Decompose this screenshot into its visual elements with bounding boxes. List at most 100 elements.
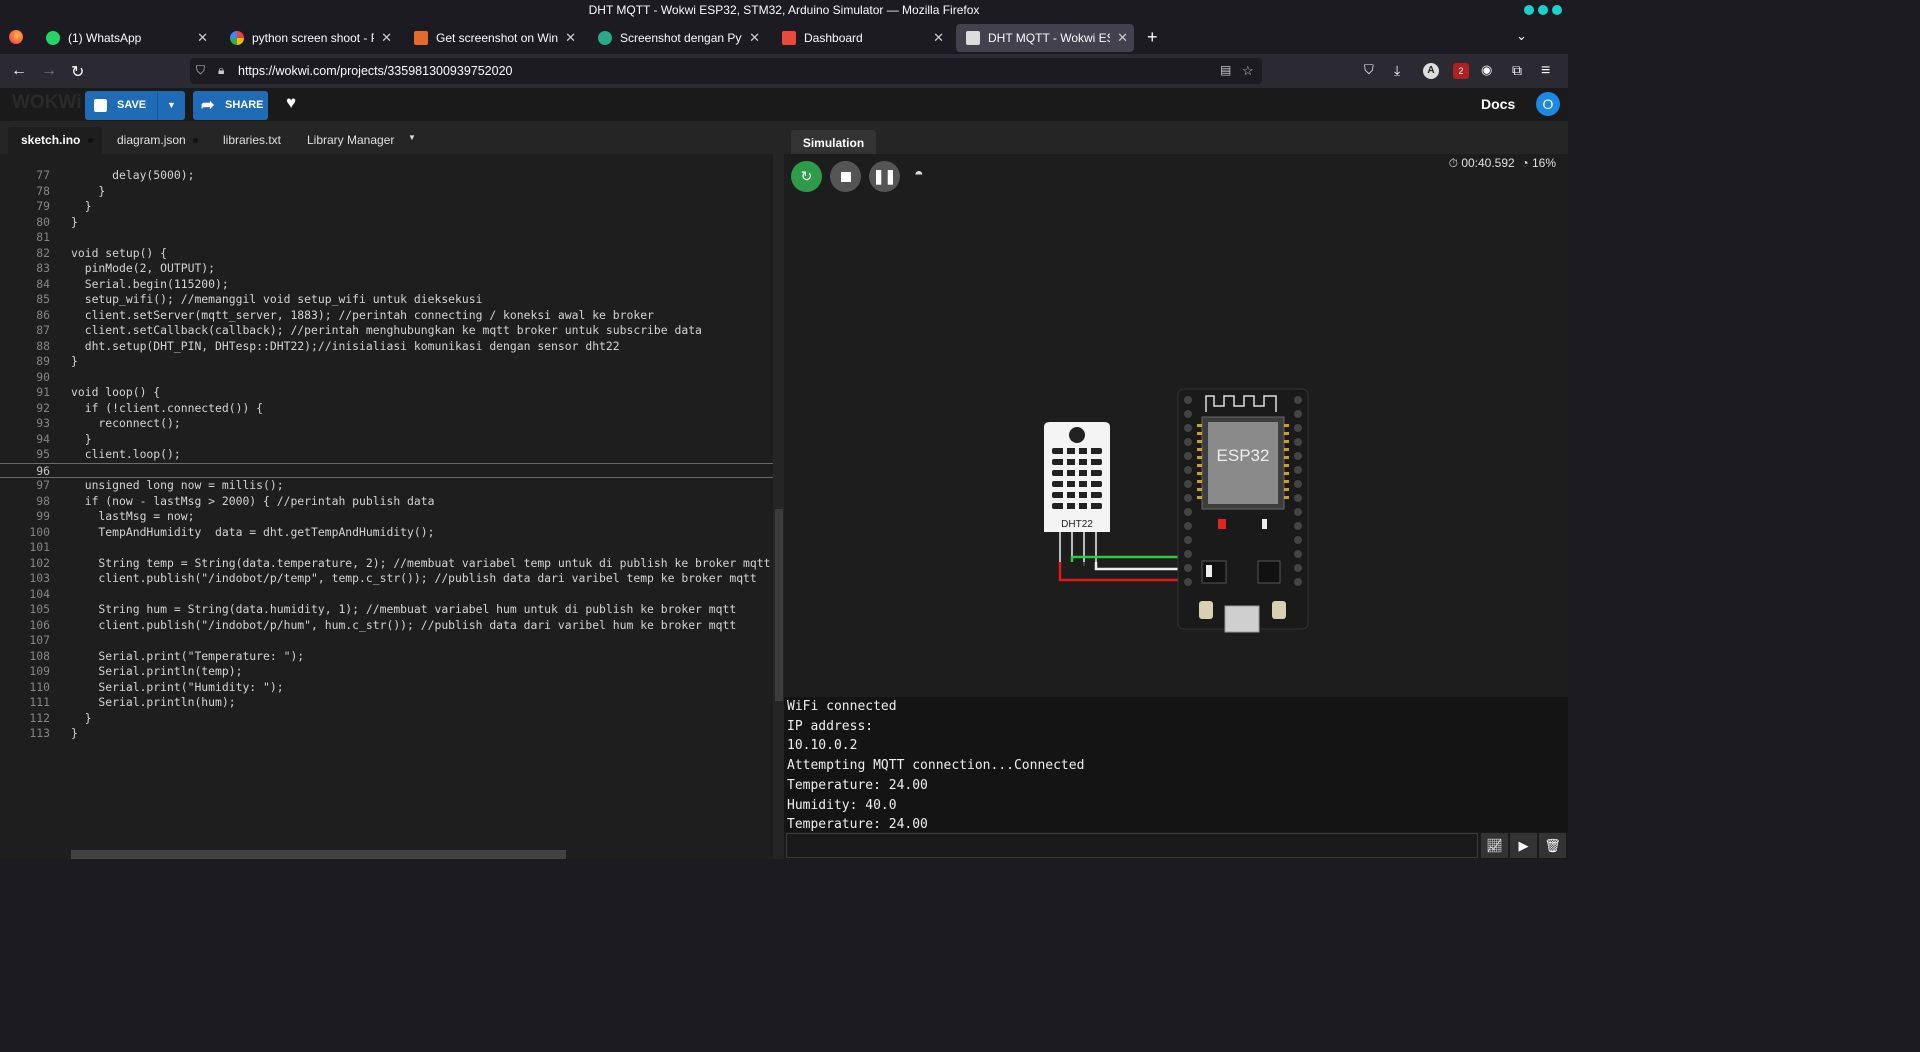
close-window-button[interactable] <box>1552 5 1562 15</box>
docs-link[interactable]: Docs <box>1481 96 1515 112</box>
code-line[interactable]: 92 if (!client.connected()) { <box>0 401 784 417</box>
tab-screenshot-windows[interactable]: Get screenshot on Window ✕ <box>404 24 582 52</box>
code-line[interactable]: 102 String temp = String(data.temperatur… <box>0 556 784 572</box>
code-text[interactable]: void setup() { <box>71 246 167 262</box>
avatar[interactable]: O <box>1536 92 1560 116</box>
extension-badge-icon[interactable]: 2 <box>1453 63 1469 79</box>
code-text[interactable]: lastMsg = now; <box>71 509 194 525</box>
list-tabs-icon[interactable]: ⌄ <box>1516 28 1527 44</box>
code-line[interactable]: 86 client.setServer(mqtt_server, 1883); … <box>0 308 784 324</box>
tabs-dropdown-icon[interactable]: ▼ <box>408 133 416 142</box>
code-text[interactable]: client.setServer(mqtt_server, 1883); //p… <box>71 308 654 324</box>
circuit-diagram[interactable]: DHT22 ESP32 <box>784 154 1568 697</box>
code-text[interactable]: pinMode(2, OUTPUT); <box>71 261 215 277</box>
firefox-menu-icon[interactable] <box>9 30 23 44</box>
code-text[interactable]: } <box>71 711 92 727</box>
code-text[interactable]: } <box>71 354 78 370</box>
code-text[interactable]: Serial.begin(115200); <box>71 277 229 293</box>
mask-extension-icon[interactable]: ◉ <box>1481 62 1492 78</box>
code-line[interactable]: 83 pinMode(2, OUTPUT); <box>0 261 784 277</box>
code-lines[interactable]: 77 delay(5000); 78 } 79 } 80} 81 82 void setup… <box>0 168 784 742</box>
close-icon[interactable]: ✕ <box>1117 24 1128 52</box>
code-text[interactable]: } <box>71 432 92 448</box>
code-line[interactable]: 110 Serial.print("Humidity: "); <box>0 680 784 696</box>
code-text[interactable]: delay(5000); <box>71 168 194 184</box>
pocket-icon[interactable]: ⛉ <box>1364 62 1374 78</box>
url-bar[interactable]: ⛉ 🔒︎ https://wokwi.com/projects/33598130… <box>190 58 1262 84</box>
code-line[interactable]: 97 unsigned long now = millis(); <box>0 478 784 494</box>
code-text[interactable]: client.setCallback(callback); //perintah… <box>71 323 702 339</box>
play-button[interactable]: ▶ <box>1510 833 1537 858</box>
close-icon[interactable]: ✕ <box>381 24 392 52</box>
code-text[interactable]: } <box>71 199 92 215</box>
new-tab-button[interactable]: + <box>1147 27 1158 48</box>
code-text[interactable]: Serial.println(temp); <box>71 664 242 680</box>
reader-mode-icon[interactable]: ▤ <box>1220 63 1231 77</box>
code-text[interactable]: String hum = String(data.humidity, 1); /… <box>71 602 736 618</box>
tab-diagram-json[interactable]: diagram.json <box>117 127 199 154</box>
code-line[interactable]: 89} <box>0 354 784 370</box>
tab-google[interactable]: python screen shoot - Pen ✕ <box>220 24 398 52</box>
code-line[interactable]: 103 client.publish("/indobot/p/temp", te… <box>0 571 784 587</box>
code-line[interactable]: 112 } <box>0 711 784 727</box>
code-line[interactable]: 105 String hum = String(data.humidity, 1… <box>0 602 784 618</box>
downloads-icon[interactable]: ⤓ <box>1394 62 1400 79</box>
code-line[interactable]: 95 client.loop(); <box>0 447 784 463</box>
account-icon[interactable]: A <box>1423 63 1439 79</box>
reload-icon[interactable]: ↻ <box>71 62 84 82</box>
code-line[interactable]: 79 } <box>0 199 784 215</box>
tab-wokwi[interactable]: DHT MQTT - Wokwi ESP32, ✕ <box>956 24 1134 52</box>
tab-library-manager[interactable]: Library Manager <box>307 127 394 154</box>
save-button[interactable]: SAVE ▼ <box>85 91 185 120</box>
close-icon[interactable]: ✕ <box>749 24 760 52</box>
code-line[interactable]: 91 void loop() { <box>0 385 784 401</box>
code-line[interactable]: 84 Serial.begin(115200); <box>0 277 784 293</box>
code-text[interactable]: dht.setup(DHT_PIN, DHTesp::DHT22);//inis… <box>71 339 620 355</box>
esp32-board[interactable]: ESP32 <box>1177 388 1309 633</box>
code-line[interactable]: 80} <box>0 215 784 231</box>
close-icon[interactable]: ✕ <box>565 24 576 52</box>
code-line[interactable]: 104 <box>0 587 784 603</box>
code-line[interactable]: 96 <box>0 462 784 478</box>
tab-sketch-ino[interactable]: sketch.ino <box>8 127 102 154</box>
forward-icon[interactable]: → <box>41 62 57 80</box>
code-line[interactable]: 106 client.publish("/indobot/p/hum", hum… <box>0 618 784 634</box>
code-text[interactable]: } <box>71 184 105 200</box>
tab-screenshot-python[interactable]: Screenshot dengan Python ✕ <box>588 24 766 52</box>
bookmark-star-icon[interactable]: ☆ <box>1242 63 1254 79</box>
clear-console-button[interactable]: 🗑︎ <box>1539 833 1566 858</box>
tab-libraries-txt[interactable]: libraries.txt <box>223 127 281 154</box>
shield-icon[interactable]: ⛉ <box>196 63 205 78</box>
code-text[interactable]: reconnect(); <box>71 416 180 432</box>
hamburger-menu-icon[interactable]: ≡ <box>1541 62 1550 80</box>
serial-input[interactable] <box>786 833 1478 858</box>
code-line[interactable]: 111 Serial.println(hum); <box>0 695 784 711</box>
minimize-button[interactable] <box>1524 5 1534 15</box>
code-line[interactable]: 85 setup_wifi(); //memanggil void setup_… <box>0 292 784 308</box>
code-text[interactable]: } <box>71 215 78 231</box>
lock-icon[interactable]: 🔒︎ <box>218 63 224 78</box>
code-line[interactable]: 108 Serial.print("Temperature: "); <box>0 649 784 665</box>
code-line[interactable]: 88 dht.setup(DHT_PIN, DHTesp::DHT22);//i… <box>0 339 784 355</box>
code-line[interactable]: 78 } <box>0 184 784 200</box>
tab-whatsapp[interactable]: (1) WhatsApp ✕ <box>36 24 214 52</box>
save-dropdown-icon[interactable]: ▼ <box>157 91 185 120</box>
code-line[interactable]: 109 Serial.println(temp); <box>0 664 784 680</box>
code-text[interactable]: Serial.print("Humidity: "); <box>71 680 283 696</box>
extensions-icon[interactable]: ⧉ <box>1512 62 1522 79</box>
tab-simulation[interactable]: Simulation <box>791 130 876 154</box>
code-line[interactable]: 113} <box>0 726 784 742</box>
code-line[interactable]: 93 reconnect(); <box>0 416 784 432</box>
code-text[interactable]: if (now - lastMsg > 2000) { //perintah p… <box>71 494 435 510</box>
maximize-button[interactable] <box>1538 5 1548 15</box>
code-text[interactable]: Serial.println(hum); <box>71 695 235 711</box>
horizontal-scrollbar[interactable] <box>71 850 566 859</box>
code-text[interactable]: void loop() { <box>71 385 160 401</box>
tab-dashboard[interactable]: Dashboard ✕ <box>772 24 950 52</box>
code-text[interactable]: String temp = String(data.temperature, 2… <box>71 556 770 572</box>
heart-icon[interactable]: ♥ <box>286 93 296 113</box>
simulation-canvas[interactable]: ↻ ❚❚ ◓ ⏱ 00:40.592 ◔ 16% DHT22 ESP32 <box>784 154 1568 697</box>
plotter-button[interactable]: 📈︎ <box>1481 833 1508 858</box>
scrollbar-thumb[interactable] <box>775 509 783 701</box>
vertical-scrollbar[interactable] <box>773 154 784 859</box>
